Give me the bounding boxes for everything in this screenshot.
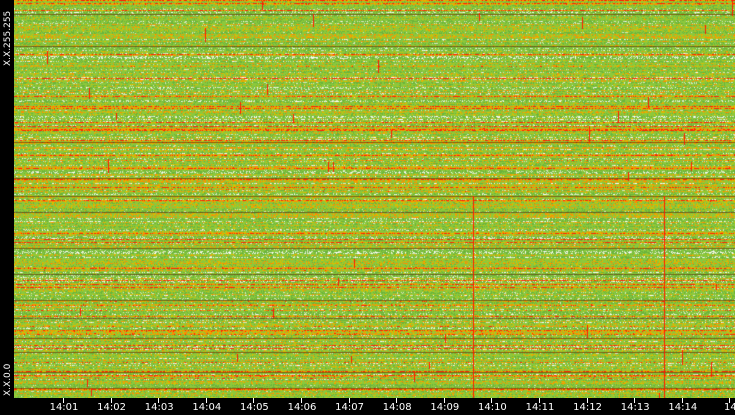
x-axis-tick-label: 14:06	[287, 402, 317, 413]
x-axis-tick-label: 14:01	[49, 402, 79, 413]
traffic-heatmap-view: X.X.255.255 X.X.0.0 14:01 14:02 14:03 14:04…	[0, 0, 735, 415]
y-axis-top-label: X.X.255.255	[3, 10, 13, 66]
x-axis-tick-label: 14	[724, 402, 735, 413]
x-axis-tick-label: 14:03	[144, 402, 174, 413]
x-axis-tick-label: 14:08	[382, 402, 412, 413]
y-axis-bottom-label: X.X.0.0	[3, 363, 13, 396]
x-axis: 14:01 14:02 14:03 14:04 14:05 14:06 14:07 14:08…	[14, 398, 735, 415]
x-axis-tick-label: 14:11	[525, 402, 555, 413]
x-axis-tick-label: 14:04	[192, 402, 222, 413]
x-axis-tick-label: 14:10	[477, 402, 507, 413]
x-axis-tick-label: 14:02	[97, 402, 127, 413]
y-axis-top-label-container: X.X.255.255	[0, 0, 14, 80]
x-axis-tick-label: 14:09	[430, 402, 460, 413]
heatmap-canvas[interactable]	[14, 0, 735, 398]
x-axis-tick-label: 14:07	[335, 402, 365, 413]
x-axis-tick-label: 14:05	[239, 402, 269, 413]
x-axis-tick-label: 14:12	[573, 402, 603, 413]
y-axis-bottom-label-container: X.X.0.0	[0, 340, 14, 398]
x-axis-tick-label: 14:13	[620, 402, 650, 413]
x-axis-tick-label: 14:14	[668, 402, 698, 413]
